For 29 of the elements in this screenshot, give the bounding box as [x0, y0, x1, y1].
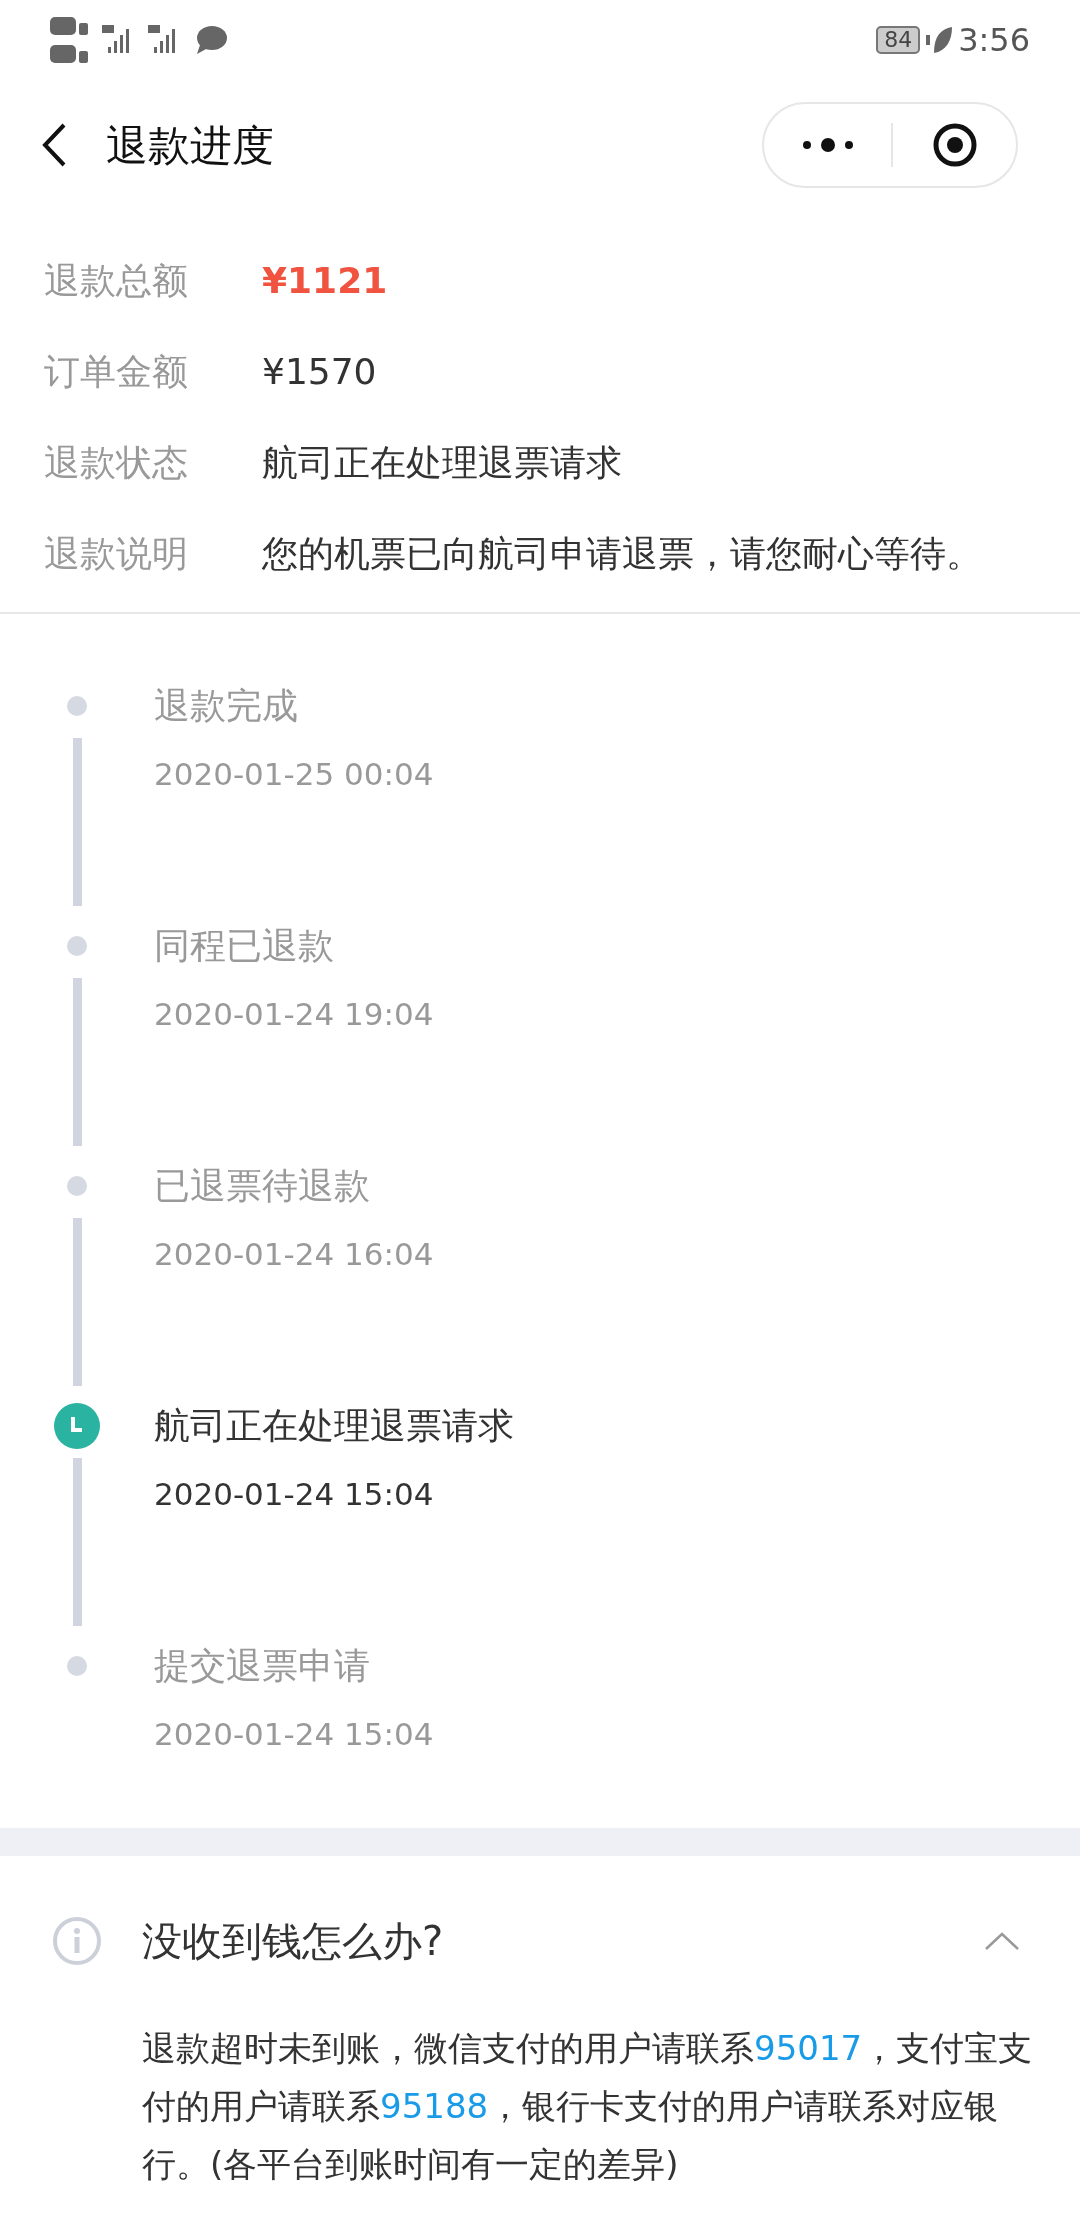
step-title: 退款完成 [154, 684, 299, 728]
field-value: 您的机票已向航司申请退票，请您耐心等待。 [262, 532, 983, 576]
step-time: 2020-01-24 19:04 [154, 995, 434, 1034]
phone-link[interactable]: 95017 [754, 2028, 863, 2068]
step-time: 2020-01-24 16:04 [154, 1235, 434, 1274]
step-time: 2020-01-24 15:04 [154, 1475, 435, 1514]
battery-level: 84 [876, 26, 921, 54]
step-time: 2020-01-25 00:04 [154, 755, 434, 794]
step-title: 航司正在处理退票请求 [154, 1404, 514, 1448]
field-label: 退款状态 [44, 441, 189, 485]
field-label: 订单金额 [44, 350, 189, 394]
leaf-icon [926, 25, 953, 55]
field-label: 退款总额 [44, 259, 189, 303]
field-value: ¥1121 [262, 259, 389, 303]
chat-bubble-icon [194, 25, 228, 55]
faq-answer: 退款超时未到账，微信支付的用户请联系95017，支付宝支付的用户请联系95188，银行卡支付的用户请联系对应银行。(各平台到账时间有一定的差异) [141, 2027, 1034, 2186]
field-value: 航司正在处理退票请求 [262, 441, 623, 485]
step-title: 已退票待退款 [154, 1164, 371, 1208]
info-icon [52, 1916, 102, 1966]
field-value: ¥1570 [262, 350, 378, 394]
faq-title: 没收到钱怎么办? [142, 1917, 445, 1966]
clock-time: 3:56 [958, 20, 1030, 61]
phone-link[interactable]: 95188 [380, 2086, 489, 2126]
hd-icon [50, 15, 90, 65]
step-title: 同程已退款 [154, 924, 335, 968]
step-title: 提交退票申请 [154, 1644, 371, 1688]
step-time: 2020-01-24 15:04 [154, 1715, 434, 1754]
field-label: 退款说明 [44, 532, 189, 576]
page-title: 退款进度 [106, 119, 274, 172]
